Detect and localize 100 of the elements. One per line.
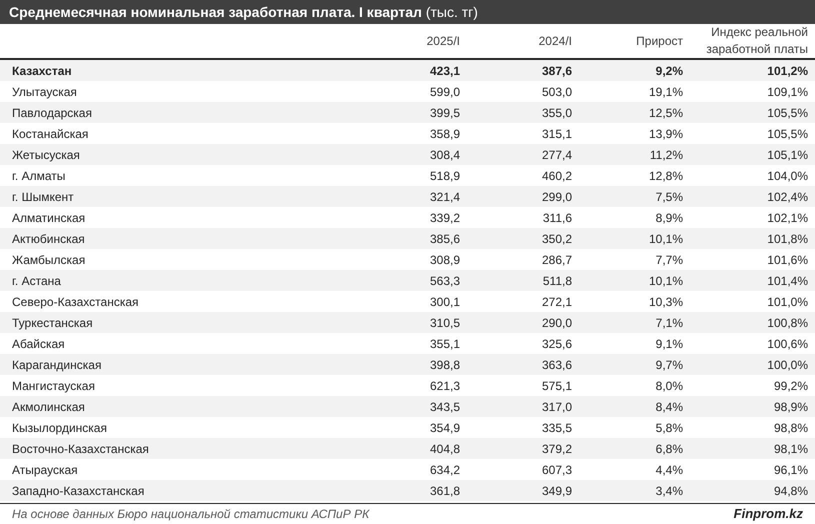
table-cell-text: 503,0 [542,84,572,100]
table-cell-text: 4,4% [656,462,683,478]
table-cell-text: 300,1 [430,294,460,310]
table-cell-text: 3,4% [656,482,683,500]
table-cell-text: 8,4% [656,398,683,416]
table-cell-text: 363,6 [542,356,572,374]
table-cell-text: 317,0 [542,398,572,416]
table-cell-text: 634,2 [430,462,460,478]
table-cell-text: 105,1% [767,146,808,164]
column-header: 2025/I [426,32,460,50]
source-note: На основе данных Бюро национальной статистики АСПиР РК [12,506,370,523]
table-cell-text: 460,2 [542,168,572,184]
table-cell-text: 101,2% [767,62,808,80]
region-name: Жетысуская [12,146,80,164]
column-header: Индекс реальной заработной платы [705,24,808,58]
table-cell-text: 286,7 [542,252,572,268]
region-name: г. Астана [12,272,61,290]
table-cell-text: 563,3 [430,272,460,290]
table-cell-text: 105,5% [767,126,808,142]
table-cell-text: 5,8% [656,420,683,436]
table-cell-text: 607,3 [542,462,572,478]
table-cell-text: 358,9 [430,126,460,142]
table-cell-text: 102,4% [767,188,808,206]
table-cell-text: 399,5 [430,104,460,122]
region-name: Северо-Казахстанская [12,294,139,310]
table-cell-text: 94,8% [774,482,808,500]
table-cell-text: 575,1 [542,378,572,394]
table-cell-text: 9,7% [656,356,683,374]
table-cell-text: 379,2 [542,440,572,458]
table-cell-text: 7,7% [656,252,683,268]
table-cell-text: 599,0 [430,84,460,100]
region-name: Западно-Казахстанская [12,482,144,500]
table-cell-text: 98,8% [774,420,808,436]
region-name: Алматинская [12,210,86,226]
table-cell-text: 101,8% [767,230,808,248]
table-cell-text: 385,6 [430,230,460,248]
region-name: Туркестанская [12,314,93,332]
region-name: Мангистауская [12,378,95,394]
region-name: Абайская [12,336,65,352]
table-cell-text: 101,0% [767,294,808,310]
table-cell-text: 355,0 [542,104,572,122]
table-cell-text: 109,1% [767,84,808,100]
table-cell-text: 423,1 [430,62,460,80]
table-cell-text: 19,1% [648,84,683,100]
table-cell-text: 105,5% [767,104,808,122]
table-cell-text: 7,1% [656,314,683,332]
region-name: Улытауская [12,84,77,100]
region-name: Карагандинская [12,356,102,374]
table-cell-text: 12,8% [648,168,683,184]
table-cell-text: 308,9 [430,252,460,268]
table-cell-text: 387,6 [542,62,572,80]
region-name: Акмолинская [12,398,85,416]
table-cell-text: 404,8 [430,440,460,458]
table-cell-text: 343,5 [430,398,460,416]
table-cell-text: 9,2% [656,62,683,80]
table-cell-text: 6,8% [656,440,683,458]
region-name: Атырауская [12,462,78,478]
table-cell-text: 102,1% [767,210,808,226]
brand-logo: Finprom.kz [734,505,803,524]
table-cell-text: 518,9 [430,168,460,184]
table-cell-text: 9,1% [656,336,683,352]
table-cell-text: 12,5% [648,104,683,122]
table-cell-text: 11,2% [650,146,683,164]
table-cell-text: 311,6 [542,210,572,226]
region-name: Павлодарская [12,104,92,122]
table-cell-text: 511,8 [542,272,572,290]
table-cell-text: 272,1 [542,294,572,310]
table-cell-text: 308,4 [430,146,460,164]
region-name: г. Шымкент [12,188,74,206]
table-cell-text: 100,6% [767,336,808,352]
table-cell-text: 315,1 [542,126,572,142]
table-cell-text: 101,6% [767,252,808,268]
table-cell-text: 7,5% [656,188,683,206]
table-cell-text: 10,1% [648,230,683,248]
table-cell-text: 321,4 [430,188,460,206]
table-cell-text: 349,9 [542,482,572,500]
table-cell-text: 335,5 [542,420,572,436]
table-cell-text: 8,0% [656,378,683,394]
table-cell-text: 398,8 [430,356,460,374]
region-name: Жамбылская [12,252,86,268]
table-cell-text: 8,9% [656,210,683,226]
table-cell-text: 339,2 [430,210,460,226]
table-cell-text: 98,9% [774,398,808,416]
region-name: Костанайская [12,126,88,142]
region-name: Казахстан [12,62,72,80]
table-cell-text: 621,3 [430,378,460,394]
table-cell-text: 98,1% [774,440,808,458]
table-cell-text: 10,1% [648,272,683,290]
region-name: Восточно-Казахстанская [12,440,149,458]
table-cell-text: 355,1 [430,336,460,352]
table-cell-text: 350,2 [542,230,572,248]
table-cell-text: 325,6 [542,336,572,352]
table-cell-text: 100,8% [767,314,808,332]
table-title: Среднемесячная номинальная заработная плата. I квартал (тыс. тг) [9,2,478,22]
table-cell-text: 99,2% [774,378,808,394]
table-cell-text: 277,4 [542,146,572,164]
table-cell-text: 13,9% [648,126,683,142]
table-cell-text: 290,0 [542,314,572,332]
table-cell-text: 96,1% [774,462,808,478]
table-cell-text: 100,0% [767,356,808,374]
